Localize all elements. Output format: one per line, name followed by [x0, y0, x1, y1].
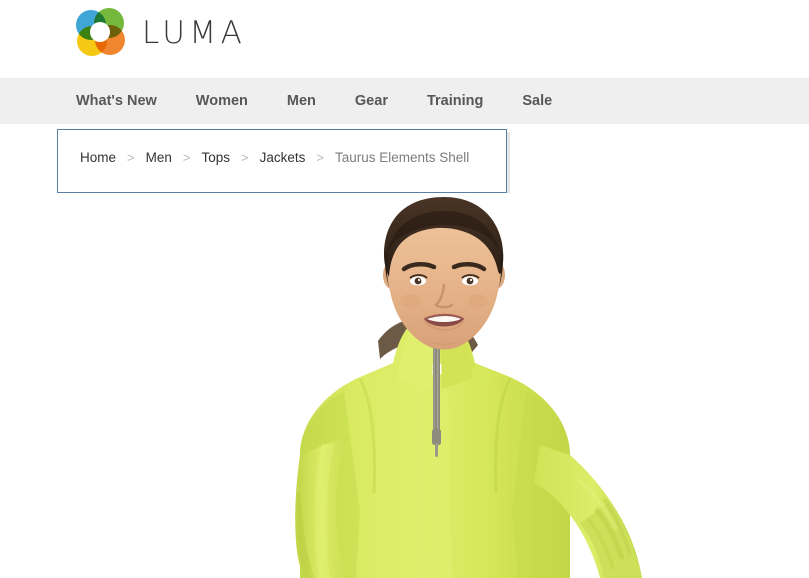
brand-logo-link[interactable]: LUMA — [76, 8, 246, 56]
nav-list: What's New Women Men Gear Training Sale — [76, 78, 552, 124]
breadcrumb-item-men[interactable]: Men — [146, 150, 172, 165]
breadcrumb-item-current: Taurus Elements Shell — [334, 150, 470, 165]
product-page: LUMA What's New Women Men Gear Training … — [0, 0, 809, 578]
breadcrumb-item-jackets[interactable]: Jackets — [260, 150, 306, 165]
luma-rings-logo-icon — [76, 8, 125, 56]
nav-item-women[interactable]: Women — [196, 78, 248, 124]
breadcrumb: Home > Men > Tops > Jackets > Taurus Ele… — [80, 150, 469, 165]
nav-item-sale[interactable]: Sale — [522, 78, 552, 124]
breadcrumb-item-tops[interactable]: Tops — [201, 150, 230, 165]
logo-center-hole — [90, 22, 110, 42]
breadcrumb-item-home[interactable]: Home — [80, 150, 116, 165]
nav-item-gear[interactable]: Gear — [355, 78, 388, 124]
brand-wordmark: LUMA — [142, 15, 247, 51]
breadcrumb-highlight-box: Home > Men > Tops > Jackets > Taurus Ele… — [57, 129, 507, 193]
breadcrumb-separator-icon: > — [182, 150, 191, 165]
nav-item-training[interactable]: Training — [427, 78, 483, 124]
site-header: LUMA — [0, 0, 809, 78]
nav-item-men[interactable]: Men — [287, 78, 316, 124]
breadcrumb-separator-icon: > — [241, 150, 249, 165]
product-image-area — [0, 193, 809, 578]
breadcrumb-separator-icon: > — [127, 150, 135, 165]
nav-item-whats-new[interactable]: What's New — [76, 78, 157, 124]
product-photo[interactable] — [0, 193, 809, 578]
product-photo-illustration — [0, 193, 809, 578]
main-navigation: What's New Women Men Gear Training Sale — [0, 78, 809, 124]
breadcrumb-separator-icon: > — [316, 150, 324, 165]
